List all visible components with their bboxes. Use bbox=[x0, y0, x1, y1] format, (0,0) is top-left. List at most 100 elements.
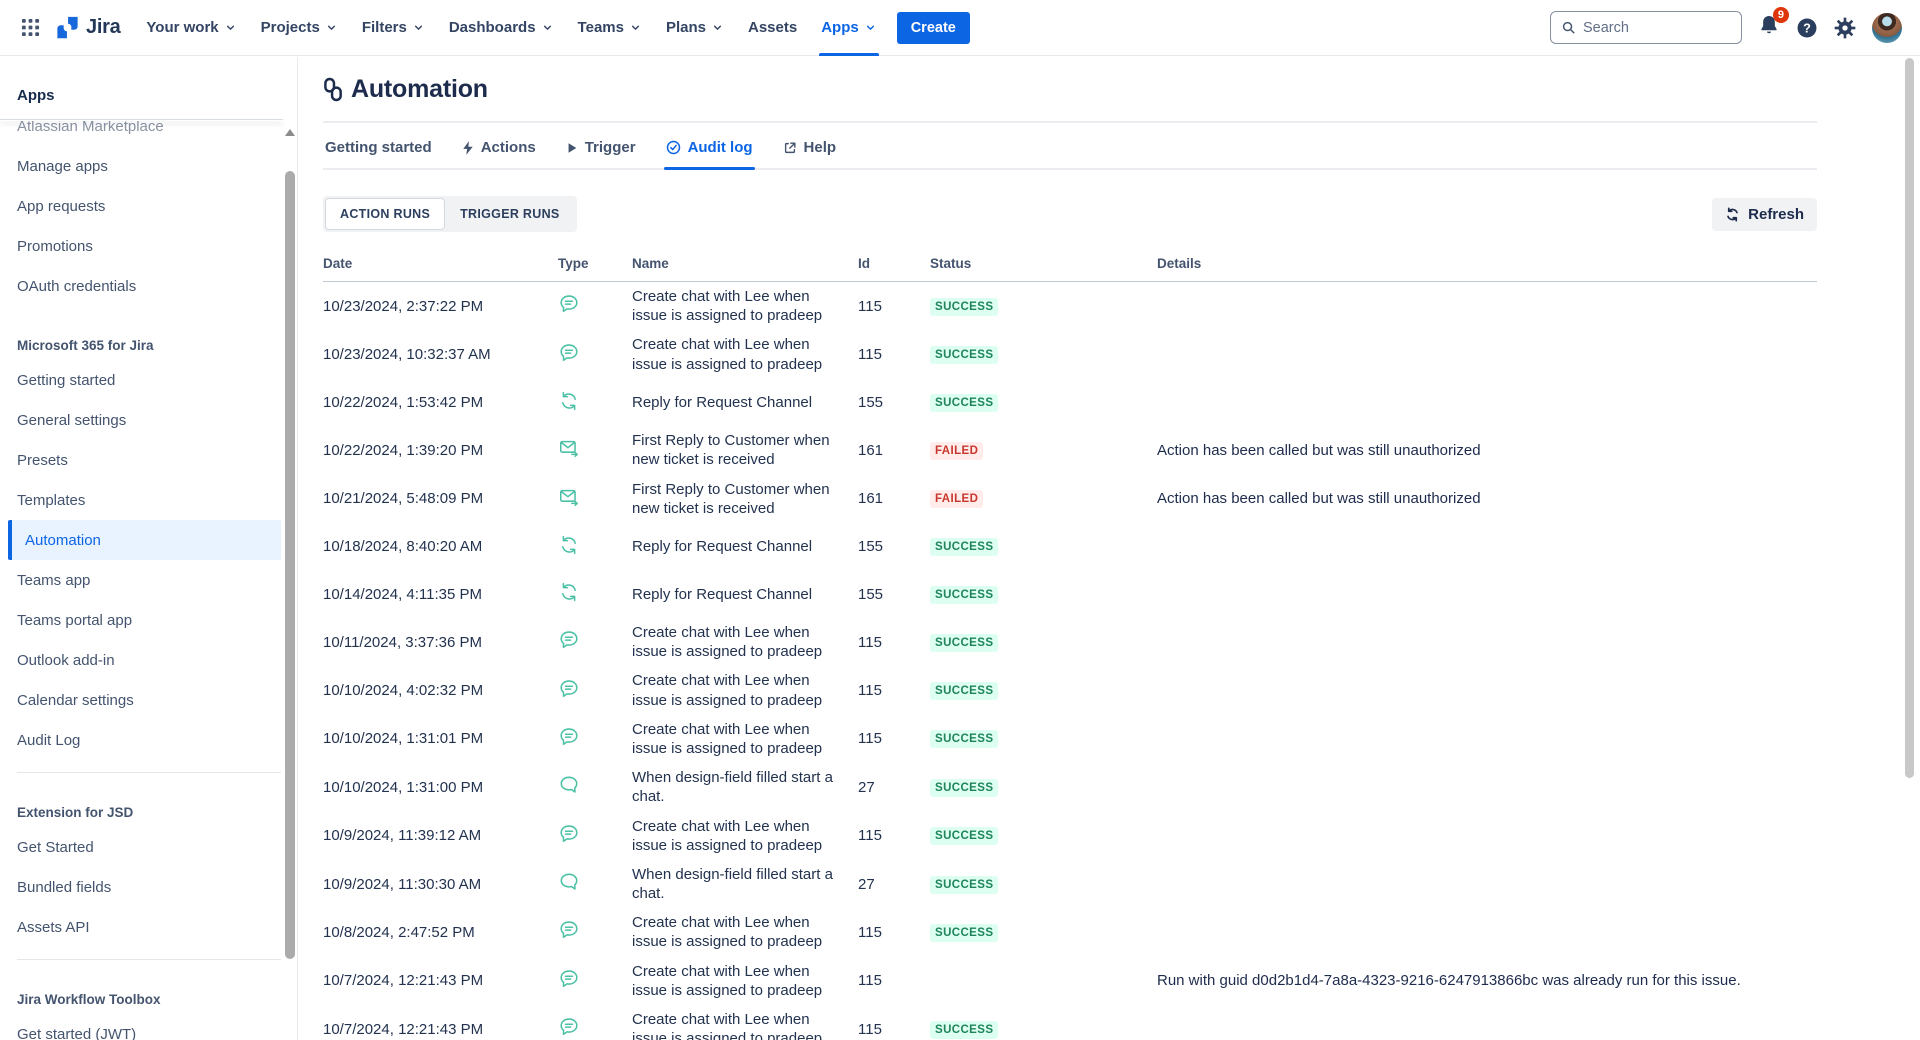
sidebar-item-templates[interactable]: Templates bbox=[0, 480, 281, 520]
sidebar-item-getting-started[interactable]: Getting started bbox=[0, 360, 281, 400]
cell-type bbox=[558, 342, 632, 368]
sidebar-item-outlook-add-in[interactable]: Outlook add-in bbox=[0, 640, 281, 680]
chat-icon bbox=[558, 726, 580, 748]
cell-type bbox=[558, 871, 632, 897]
user-avatar[interactable] bbox=[1872, 13, 1902, 43]
column-header-status: Status bbox=[930, 256, 1157, 271]
table-row: 10/22/2024, 1:39:20 PM First Reply to Cus… bbox=[323, 426, 1817, 474]
nav-item-filters[interactable]: Filters bbox=[350, 0, 437, 56]
status-badge: SUCCESS bbox=[930, 682, 998, 700]
nav-item-assets[interactable]: Assets bbox=[736, 0, 809, 56]
primary-nav: Your workProjectsFilters Dashboards Teams P… bbox=[134, 0, 888, 56]
refresh-icon bbox=[1725, 207, 1740, 222]
column-header-name: Name bbox=[632, 256, 858, 271]
cell-status: SUCCESS bbox=[930, 345, 1157, 364]
nav-item-dashboards[interactable]: Dashboards bbox=[437, 0, 566, 56]
cell-name: Create chat with Lee when issue is assig… bbox=[632, 715, 858, 763]
sync-icon bbox=[558, 390, 580, 412]
table-header: DateTypeNameIdStatusDetails bbox=[323, 256, 1817, 282]
sidebar-item-assets-api[interactable]: Assets API bbox=[0, 907, 281, 947]
notification-count-badge: 9 bbox=[1773, 7, 1789, 23]
cell-date: 10/9/2024, 11:30:30 AM bbox=[323, 876, 558, 893]
cell-id: 115 bbox=[858, 346, 930, 363]
status-badge: SUCCESS bbox=[930, 1021, 998, 1039]
toggle-option-action-runs[interactable]: ACTION RUNS bbox=[325, 198, 445, 230]
sidebar-item-app-requests[interactable]: App requests bbox=[0, 186, 281, 226]
cell-name: Create chat with Lee when issue is assig… bbox=[632, 666, 858, 714]
nav-item-projects[interactable]: Projects bbox=[249, 0, 350, 56]
sidebar-item-atlassian-marketplace[interactable]: Atlassian Marketplace bbox=[0, 121, 281, 146]
sidebar-item-oauth-credentials[interactable]: OAuth credentials bbox=[0, 266, 281, 306]
table-row: 10/23/2024, 10:32:37 AMCreate chat with … bbox=[323, 330, 1817, 378]
toolbar: ACTION RUNSTRIGGER RUNS Refresh bbox=[323, 196, 1817, 232]
chevron-down-icon bbox=[864, 21, 877, 34]
tab-label: Getting started bbox=[325, 139, 432, 156]
sidebar-item-calendar-settings[interactable]: Calendar settings bbox=[0, 680, 281, 720]
nav-item-label: Teams bbox=[578, 19, 624, 36]
toggle-option-trigger-runs[interactable]: TRIGGER RUNS bbox=[445, 198, 574, 230]
app-switcher-grid-icon[interactable] bbox=[12, 10, 48, 46]
table-row: 10/18/2024, 8:40:20 AMReply for Request … bbox=[323, 523, 1817, 571]
cell-status: FAILED bbox=[930, 441, 1157, 460]
tab-getting-started[interactable]: Getting started bbox=[323, 139, 434, 168]
tab-help[interactable]: Help bbox=[781, 139, 839, 168]
sidebar-scrollbar[interactable] bbox=[284, 121, 296, 1040]
tab-actions[interactable]: Actions bbox=[460, 139, 538, 168]
nav-item-apps[interactable]: Apps bbox=[809, 0, 889, 56]
page-scrollbar-thumb[interactable] bbox=[1905, 58, 1914, 778]
cell-id: 115 bbox=[858, 972, 930, 989]
bubble-icon bbox=[558, 774, 580, 796]
sidebar-item-bundled-fields[interactable]: Bundled fields bbox=[0, 867, 281, 907]
status-badge: SUCCESS bbox=[930, 634, 998, 652]
nav-item-your-work[interactable]: Your work bbox=[134, 0, 248, 56]
nav-item-label: Dashboards bbox=[449, 19, 536, 36]
status-badge: FAILED bbox=[930, 490, 983, 508]
cell-status: SUCCESS bbox=[930, 1020, 1157, 1039]
help-icon[interactable]: ? bbox=[1796, 17, 1818, 39]
sidebar-item-get-started[interactable]: Get Started bbox=[0, 827, 281, 867]
cell-status: SUCCESS bbox=[930, 297, 1157, 316]
cell-name: Reply for Request Channel bbox=[632, 532, 858, 561]
sidebar-item-presets[interactable]: Presets bbox=[0, 440, 281, 480]
cell-date: 10/10/2024, 1:31:01 PM bbox=[323, 730, 558, 747]
nav-item-plans[interactable]: Plans bbox=[654, 0, 736, 56]
status-badge: FAILED bbox=[930, 442, 983, 460]
chat-icon bbox=[558, 919, 580, 941]
cell-status: SUCCESS bbox=[930, 729, 1157, 748]
jira-logo[interactable]: Jira bbox=[54, 14, 120, 41]
cell-status: SUCCESS bbox=[930, 681, 1157, 700]
sidebar-item-general-settings[interactable]: General settings bbox=[0, 400, 281, 440]
cell-type bbox=[558, 919, 632, 945]
tab-audit-log[interactable]: Audit log bbox=[664, 139, 755, 168]
sidebar-item-automation[interactable]: Automation bbox=[8, 520, 281, 560]
table-row: 10/10/2024, 1:31:01 PM Create chat with L… bbox=[323, 715, 1817, 763]
notifications-button[interactable]: 9 bbox=[1758, 14, 1780, 41]
global-search[interactable] bbox=[1550, 11, 1742, 44]
page-title-row: Automation bbox=[323, 75, 1817, 104]
sidebar-item-teams-portal-app[interactable]: Teams portal app bbox=[0, 600, 281, 640]
search-icon bbox=[1561, 20, 1576, 35]
nav-item-label: Plans bbox=[666, 19, 706, 36]
gear-icon[interactable] bbox=[1834, 17, 1856, 39]
cell-id: 115 bbox=[858, 634, 930, 651]
sidebar-item-teams-app[interactable]: Teams app bbox=[0, 560, 281, 600]
sidebar-item-audit-log[interactable]: Audit Log bbox=[0, 720, 281, 760]
cell-date: 10/22/2024, 1:39:20 PM bbox=[323, 442, 558, 459]
sidebar-item-promotions[interactable]: Promotions bbox=[0, 226, 281, 266]
search-input[interactable] bbox=[1583, 20, 1713, 36]
sidebar-scroll-shadow bbox=[0, 119, 283, 121]
cell-name: First Reply to Customer when new ticket … bbox=[632, 426, 858, 474]
tab-trigger[interactable]: Trigger bbox=[564, 139, 638, 168]
cell-status: SUCCESS bbox=[930, 923, 1157, 942]
sidebar-item-get-started-jwt[interactable]: Get started (JWT) bbox=[0, 1014, 281, 1040]
sidebar-item-manage-apps[interactable]: Manage apps bbox=[0, 146, 281, 186]
status-badge: SUCCESS bbox=[930, 394, 998, 412]
create-button[interactable]: Create bbox=[897, 12, 970, 44]
nav-item-teams[interactable]: Teams bbox=[566, 0, 654, 56]
sidebar-scrollbar-thumb[interactable] bbox=[285, 171, 295, 959]
refresh-button[interactable]: Refresh bbox=[1712, 198, 1817, 231]
scrollbar-up-arrow[interactable] bbox=[285, 129, 295, 136]
cell-status: SUCCESS bbox=[930, 826, 1157, 845]
chain-icon bbox=[323, 77, 344, 102]
check-circle-icon bbox=[666, 140, 681, 155]
